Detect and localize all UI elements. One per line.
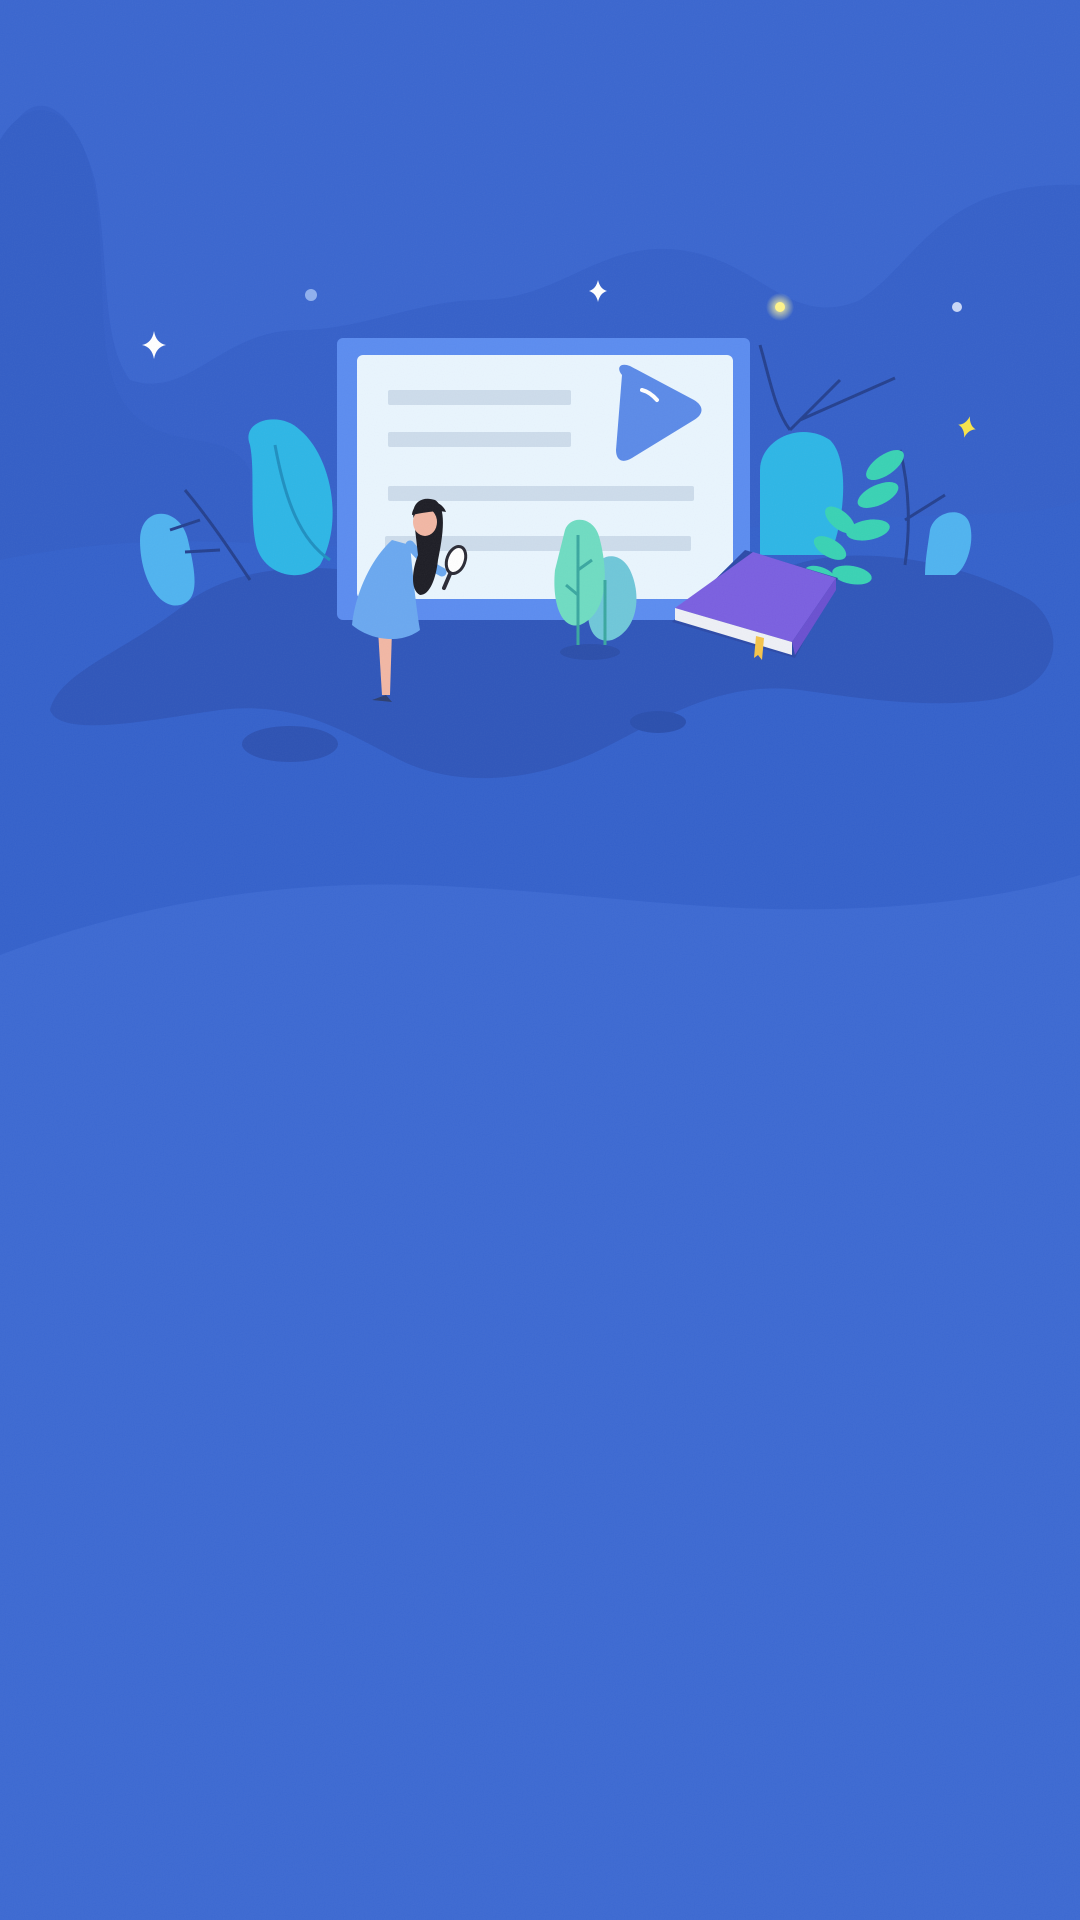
illustration-scene <box>0 0 1080 1920</box>
grain-overlay <box>0 0 1080 1920</box>
background-illustration <box>0 0 1080 1920</box>
